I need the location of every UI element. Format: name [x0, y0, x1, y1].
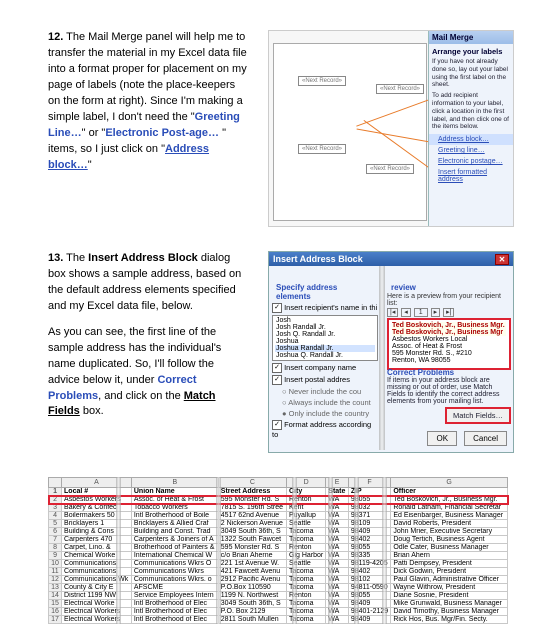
arrow-icon — [364, 120, 431, 169]
placeholder: «Next Record» — [366, 164, 414, 174]
excel-screenshot: ABCDEFG 1Local #Union NameStreet Address… — [48, 477, 514, 624]
panel-title: Mail Merge — [429, 31, 513, 44]
preview-header: review — [387, 280, 511, 293]
address-preview: Ted Boskovich, Jr., Business Mgr. Ted Bo… — [387, 318, 511, 370]
placeholder: «Next Record» — [376, 84, 424, 94]
insert-address-block-term: Insert Address Block — [88, 252, 198, 264]
section-12-screenshot: «Next Record» «Next Record» «Next Record… — [268, 30, 514, 227]
panel-text: If you have not already done so, lay out… — [429, 58, 513, 92]
panel-subheading: Arrange your labels — [429, 44, 513, 58]
torn-paper-icon — [292, 477, 297, 624]
electronic-postage-term: Electronic Post-age… — [105, 127, 219, 139]
checkbox[interactable]: ✓ — [272, 363, 282, 373]
nav-next-button[interactable]: ▸ — [431, 308, 441, 317]
checkbox[interactable]: ✓ — [272, 375, 282, 385]
section-12-text: 12. The Mail Merge panel will help me to… — [48, 30, 248, 173]
nav-first-button[interactable]: |◂ — [387, 308, 398, 317]
placeholder: «Next Record» — [298, 76, 346, 86]
nav-prev-button[interactable]: ◂ — [401, 308, 411, 317]
label-document: «Next Record» «Next Record» «Next Record… — [273, 43, 427, 221]
dialog-titlebar: Insert Address Block ✕ — [269, 252, 513, 266]
checkbox[interactable]: ✓ — [272, 303, 282, 313]
panel-text: To add recipient information to your lab… — [429, 92, 513, 134]
nav-index: 1 — [414, 308, 428, 317]
torn-paper-icon — [354, 477, 359, 624]
match-fields-button[interactable]: Match Fields… — [445, 407, 511, 424]
mail-merge-panel: Mail Merge Arrange your labels If you ha… — [428, 31, 513, 226]
nav-last-button[interactable]: ▸| — [443, 308, 454, 317]
step-number: 13. — [48, 252, 63, 264]
torn-paper-icon — [328, 477, 333, 624]
torn-paper-icon — [216, 477, 221, 624]
torn-paper-icon — [116, 477, 121, 624]
insert-address-block-dialog: Insert Address Block ✕ Specify address e… — [268, 251, 514, 453]
name-format-list[interactable]: Josh Josh Randall Jr. Josh Q. Randall Jr… — [272, 315, 378, 361]
greeting-line-link[interactable]: Greeting line… — [429, 145, 513, 156]
cancel-button[interactable]: Cancel — [464, 431, 507, 446]
correct-problems-section: Correct Problems If items in your addres… — [387, 368, 511, 424]
checkbox[interactable]: ✓ — [272, 420, 282, 430]
torn-paper-icon — [382, 477, 387, 624]
insert-formatted-link[interactable]: Insert formatted address — [429, 167, 513, 185]
specify-elements-header: Specify address elements — [272, 280, 378, 302]
address-block-link[interactable]: Address block… — [429, 134, 513, 145]
section-13: 13. The Insert Address Block dialog box … — [48, 251, 514, 453]
torn-paper-icon — [379, 266, 385, 450]
section-13-text: 13. The Insert Address Block dialog box … — [48, 251, 248, 420]
electronic-postage-link[interactable]: Electronic postage… — [429, 156, 513, 167]
step-number: 12. — [48, 31, 63, 43]
placeholder: «Next Record» — [298, 144, 346, 154]
close-icon[interactable]: ✕ — [495, 254, 509, 265]
ok-button[interactable]: OK — [427, 431, 457, 446]
section-12: 12. The Mail Merge panel will help me to… — [48, 30, 514, 227]
